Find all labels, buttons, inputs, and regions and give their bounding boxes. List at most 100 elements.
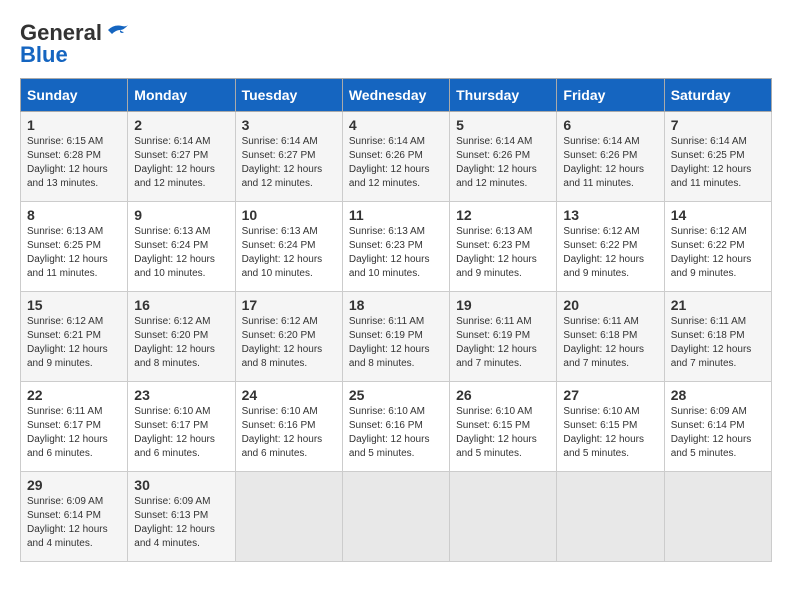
day-number: 2 (134, 117, 228, 133)
day-cell: 27 Sunrise: 6:10 AM Sunset: 6:15 PM Dayl… (557, 382, 664, 472)
col-header-sunday: Sunday (21, 79, 128, 112)
day-content: Sunrise: 6:13 AM Sunset: 6:24 PM Dayligh… (134, 225, 228, 281)
day-cell: 1 Sunrise: 6:15 AM Sunset: 6:28 PM Dayli… (21, 112, 128, 202)
day-cell: 30 Sunrise: 6:09 AM Sunset: 6:13 PM Dayl… (128, 472, 235, 562)
day-number: 30 (134, 477, 228, 493)
day-content: Sunrise: 6:13 AM Sunset: 6:23 PM Dayligh… (456, 225, 550, 281)
day-cell: 21 Sunrise: 6:11 AM Sunset: 6:18 PM Dayl… (664, 292, 771, 382)
day-content: Sunrise: 6:09 AM Sunset: 6:13 PM Dayligh… (134, 495, 228, 551)
day-number: 16 (134, 297, 228, 313)
day-content: Sunrise: 6:11 AM Sunset: 6:18 PM Dayligh… (671, 315, 765, 371)
day-cell: 15 Sunrise: 6:12 AM Sunset: 6:21 PM Dayl… (21, 292, 128, 382)
day-number: 22 (27, 387, 121, 403)
day-number: 6 (563, 117, 657, 133)
day-content: Sunrise: 6:14 AM Sunset: 6:25 PM Dayligh… (671, 135, 765, 191)
calendar-table: SundayMondayTuesdayWednesdayThursdayFrid… (20, 78, 772, 562)
day-number: 8 (27, 207, 121, 223)
day-cell: 28 Sunrise: 6:09 AM Sunset: 6:14 PM Dayl… (664, 382, 771, 472)
day-cell: 2 Sunrise: 6:14 AM Sunset: 6:27 PM Dayli… (128, 112, 235, 202)
week-row-2: 8 Sunrise: 6:13 AM Sunset: 6:25 PM Dayli… (21, 202, 772, 292)
day-content: Sunrise: 6:14 AM Sunset: 6:27 PM Dayligh… (242, 135, 336, 191)
day-content: Sunrise: 6:12 AM Sunset: 6:22 PM Dayligh… (671, 225, 765, 281)
week-row-1: 1 Sunrise: 6:15 AM Sunset: 6:28 PM Dayli… (21, 112, 772, 202)
day-content: Sunrise: 6:11 AM Sunset: 6:17 PM Dayligh… (27, 405, 121, 461)
day-cell: 4 Sunrise: 6:14 AM Sunset: 6:26 PM Dayli… (342, 112, 449, 202)
day-content: Sunrise: 6:12 AM Sunset: 6:21 PM Dayligh… (27, 315, 121, 371)
col-header-saturday: Saturday (664, 79, 771, 112)
col-header-monday: Monday (128, 79, 235, 112)
col-header-friday: Friday (557, 79, 664, 112)
day-number: 9 (134, 207, 228, 223)
day-number: 19 (456, 297, 550, 313)
day-cell: 20 Sunrise: 6:11 AM Sunset: 6:18 PM Dayl… (557, 292, 664, 382)
day-cell: 11 Sunrise: 6:13 AM Sunset: 6:23 PM Dayl… (342, 202, 449, 292)
week-row-3: 15 Sunrise: 6:12 AM Sunset: 6:21 PM Dayl… (21, 292, 772, 382)
day-content: Sunrise: 6:13 AM Sunset: 6:25 PM Dayligh… (27, 225, 121, 281)
day-cell: 9 Sunrise: 6:13 AM Sunset: 6:24 PM Dayli… (128, 202, 235, 292)
day-number: 21 (671, 297, 765, 313)
day-number: 7 (671, 117, 765, 133)
day-cell (557, 472, 664, 562)
day-number: 5 (456, 117, 550, 133)
day-content: Sunrise: 6:09 AM Sunset: 6:14 PM Dayligh… (27, 495, 121, 551)
day-number: 3 (242, 117, 336, 133)
day-cell: 23 Sunrise: 6:10 AM Sunset: 6:17 PM Dayl… (128, 382, 235, 472)
day-number: 20 (563, 297, 657, 313)
col-header-thursday: Thursday (450, 79, 557, 112)
day-cell: 29 Sunrise: 6:09 AM Sunset: 6:14 PM Dayl… (21, 472, 128, 562)
day-cell: 22 Sunrise: 6:11 AM Sunset: 6:17 PM Dayl… (21, 382, 128, 472)
col-header-wednesday: Wednesday (342, 79, 449, 112)
day-content: Sunrise: 6:13 AM Sunset: 6:24 PM Dayligh… (242, 225, 336, 281)
day-content: Sunrise: 6:14 AM Sunset: 6:26 PM Dayligh… (563, 135, 657, 191)
day-cell: 13 Sunrise: 6:12 AM Sunset: 6:22 PM Dayl… (557, 202, 664, 292)
day-number: 4 (349, 117, 443, 133)
day-content: Sunrise: 6:13 AM Sunset: 6:23 PM Dayligh… (349, 225, 443, 281)
day-cell (450, 472, 557, 562)
day-content: Sunrise: 6:11 AM Sunset: 6:18 PM Dayligh… (563, 315, 657, 371)
day-cell: 14 Sunrise: 6:12 AM Sunset: 6:22 PM Dayl… (664, 202, 771, 292)
day-number: 27 (563, 387, 657, 403)
day-number: 15 (27, 297, 121, 313)
day-cell: 19 Sunrise: 6:11 AM Sunset: 6:19 PM Dayl… (450, 292, 557, 382)
day-number: 14 (671, 207, 765, 223)
day-content: Sunrise: 6:14 AM Sunset: 6:27 PM Dayligh… (134, 135, 228, 191)
day-cell: 8 Sunrise: 6:13 AM Sunset: 6:25 PM Dayli… (21, 202, 128, 292)
day-number: 13 (563, 207, 657, 223)
page-header: General Blue (20, 20, 772, 68)
week-row-5: 29 Sunrise: 6:09 AM Sunset: 6:14 PM Dayl… (21, 472, 772, 562)
day-number: 23 (134, 387, 228, 403)
day-cell: 5 Sunrise: 6:14 AM Sunset: 6:26 PM Dayli… (450, 112, 557, 202)
day-cell: 16 Sunrise: 6:12 AM Sunset: 6:20 PM Dayl… (128, 292, 235, 382)
calendar-header-row: SundayMondayTuesdayWednesdayThursdayFrid… (21, 79, 772, 112)
day-number: 12 (456, 207, 550, 223)
day-cell: 26 Sunrise: 6:10 AM Sunset: 6:15 PM Dayl… (450, 382, 557, 472)
day-cell: 7 Sunrise: 6:14 AM Sunset: 6:25 PM Dayli… (664, 112, 771, 202)
day-number: 17 (242, 297, 336, 313)
day-content: Sunrise: 6:14 AM Sunset: 6:26 PM Dayligh… (456, 135, 550, 191)
day-cell: 25 Sunrise: 6:10 AM Sunset: 6:16 PM Dayl… (342, 382, 449, 472)
day-content: Sunrise: 6:11 AM Sunset: 6:19 PM Dayligh… (349, 315, 443, 371)
col-header-tuesday: Tuesday (235, 79, 342, 112)
day-cell: 17 Sunrise: 6:12 AM Sunset: 6:20 PM Dayl… (235, 292, 342, 382)
day-number: 24 (242, 387, 336, 403)
day-number: 29 (27, 477, 121, 493)
day-content: Sunrise: 6:10 AM Sunset: 6:16 PM Dayligh… (349, 405, 443, 461)
logo-blue: Blue (20, 42, 68, 68)
day-number: 11 (349, 207, 443, 223)
day-cell (664, 472, 771, 562)
week-row-4: 22 Sunrise: 6:11 AM Sunset: 6:17 PM Dayl… (21, 382, 772, 472)
day-cell: 3 Sunrise: 6:14 AM Sunset: 6:27 PM Dayli… (235, 112, 342, 202)
day-number: 26 (456, 387, 550, 403)
logo: General Blue (20, 20, 130, 68)
day-cell: 12 Sunrise: 6:13 AM Sunset: 6:23 PM Dayl… (450, 202, 557, 292)
day-content: Sunrise: 6:14 AM Sunset: 6:26 PM Dayligh… (349, 135, 443, 191)
day-number: 1 (27, 117, 121, 133)
day-content: Sunrise: 6:15 AM Sunset: 6:28 PM Dayligh… (27, 135, 121, 191)
day-number: 25 (349, 387, 443, 403)
day-content: Sunrise: 6:09 AM Sunset: 6:14 PM Dayligh… (671, 405, 765, 461)
logo-bird-icon (102, 22, 130, 44)
day-content: Sunrise: 6:10 AM Sunset: 6:17 PM Dayligh… (134, 405, 228, 461)
day-content: Sunrise: 6:10 AM Sunset: 6:15 PM Dayligh… (563, 405, 657, 461)
day-cell: 18 Sunrise: 6:11 AM Sunset: 6:19 PM Dayl… (342, 292, 449, 382)
day-content: Sunrise: 6:12 AM Sunset: 6:22 PM Dayligh… (563, 225, 657, 281)
